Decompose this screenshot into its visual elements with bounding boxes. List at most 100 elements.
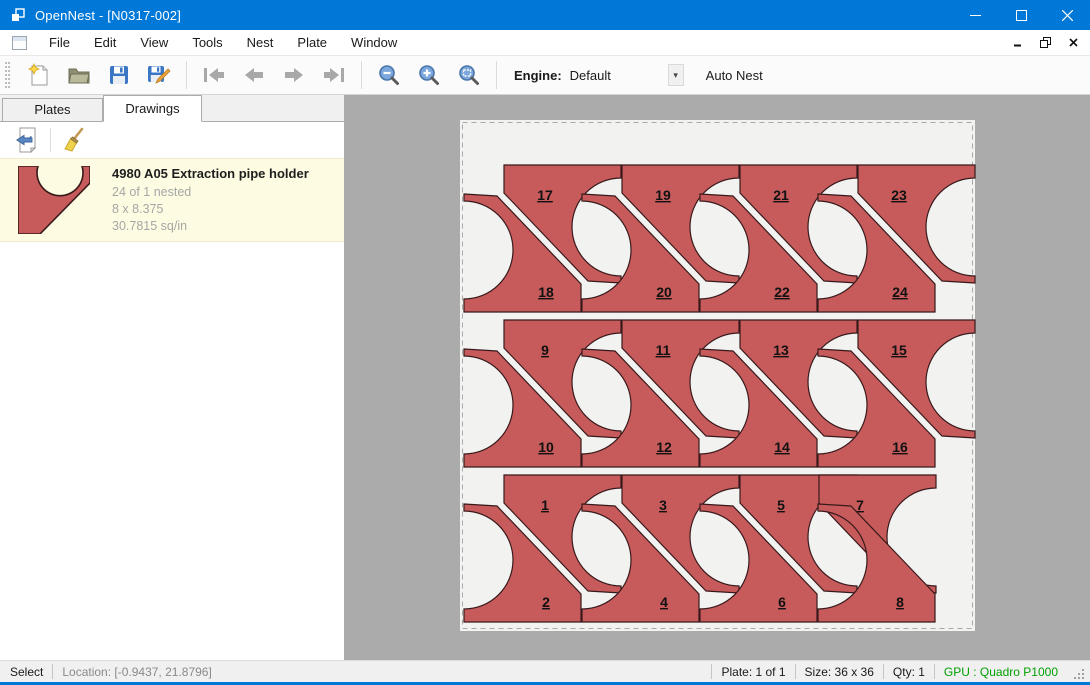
status-gpu: GPU : Quadro P1000 (944, 665, 1058, 679)
status-separator (52, 664, 53, 679)
document-window-icon (12, 36, 27, 50)
save-as-icon (147, 63, 171, 87)
toolbar-separator (496, 61, 497, 89)
new-document-icon (28, 63, 50, 87)
part-number-label: 7 (856, 497, 864, 513)
sidebar-tabs: PlatesDrawings (0, 95, 344, 122)
part-number-label: 2 (542, 594, 550, 610)
drawing-dimensions: 8 x 8.375 (112, 201, 309, 218)
mdi-window-controls (1006, 33, 1084, 51)
part-number-label: 12 (656, 439, 672, 455)
menu-plate[interactable]: Plate (285, 31, 339, 54)
toolbar-separator (186, 61, 187, 89)
toolbar-grip[interactable] (5, 62, 10, 88)
mdi-minimize-button[interactable] (1006, 33, 1028, 51)
main-area: PlatesDrawings (0, 95, 1090, 660)
part-thumbnail (18, 166, 90, 234)
app-icon (10, 7, 26, 23)
mdi-close-icon (1069, 38, 1078, 47)
drawing-area: 30.7815 sq/in (112, 218, 309, 235)
menu-bar: FileEditViewToolsNestPlateWindow (0, 30, 1090, 56)
part-number-label: 18 (538, 284, 554, 300)
tab-drawings[interactable]: Drawings (103, 95, 202, 122)
status-plate: Plate: 1 of 1 (721, 665, 785, 679)
sidebar-panel: PlatesDrawings (0, 95, 345, 660)
broom-icon (62, 127, 86, 153)
window-title: OpenNest - [N0317-002] (35, 8, 181, 23)
status-size: Size: 36 x 36 (805, 665, 874, 679)
part-number-label: 5 (777, 497, 785, 513)
import-drawing-icon (15, 127, 39, 153)
part-number-label: 1 (541, 497, 549, 513)
zoom-extents-button[interactable] (455, 61, 483, 89)
menu-tools[interactable]: Tools (180, 31, 234, 54)
nest-view[interactable]: 171819202122232491011121314151612345678 (345, 95, 1089, 660)
go-last-icon (322, 67, 346, 83)
part-number-label: 20 (656, 284, 672, 300)
close-button[interactable] (1044, 0, 1090, 30)
zoom-in-icon (418, 64, 440, 86)
toolbar-separator (50, 128, 51, 152)
first-plate-button[interactable] (200, 61, 228, 89)
drawing-title: 4980 A05 Extraction pipe holder (112, 166, 309, 181)
toolbar-separator (361, 61, 362, 89)
minimize-button[interactable] (952, 0, 998, 30)
engine-label: Engine: (514, 68, 562, 83)
drawings-toolbar (0, 122, 344, 158)
menu-edit[interactable]: Edit (82, 31, 128, 54)
chevron-down-icon[interactable]: ▾ (668, 64, 684, 86)
part-number-label: 14 (774, 439, 790, 455)
open-button[interactable] (65, 61, 93, 89)
part-number-label: 17 (537, 187, 553, 203)
open-folder-icon (67, 64, 91, 86)
drawing-list-item[interactable]: 4980 A05 Extraction pipe holder 24 of 1 … (0, 158, 344, 242)
mdi-minimize-icon (1013, 38, 1022, 47)
auto-nest-button[interactable]: Auto Nest (698, 64, 771, 87)
save-as-button[interactable] (145, 61, 173, 89)
status-bar: Select Location: [-0.9437, 21.8796] Plat… (0, 660, 1090, 682)
last-plate-button[interactable] (320, 61, 348, 89)
part-number-label: 9 (541, 342, 549, 358)
resize-grip[interactable] (1072, 667, 1086, 681)
mdi-close-button[interactable] (1062, 33, 1084, 51)
part-number-label: 16 (892, 439, 908, 455)
engine-value: Default (568, 68, 668, 83)
zoom-extents-icon (458, 64, 480, 86)
menu-view[interactable]: View (128, 31, 180, 54)
previous-plate-button[interactable] (240, 61, 268, 89)
next-plate-button[interactable] (280, 61, 308, 89)
nest-canvas[interactable]: 171819202122232491011121314151612345678 (345, 95, 1090, 660)
zoom-in-button[interactable] (415, 61, 443, 89)
go-first-icon (202, 67, 226, 83)
tab-plates[interactable]: Plates (2, 98, 103, 121)
part-number-label: 11 (656, 342, 671, 358)
clear-drawings-button[interactable] (59, 126, 89, 154)
part-shape (18, 166, 90, 234)
status-separator (711, 664, 712, 679)
mdi-restore-icon (1040, 37, 1051, 48)
part-number-label: 24 (892, 284, 908, 300)
maximize-icon (1016, 10, 1027, 21)
import-drawing-button[interactable] (12, 126, 42, 154)
status-qty: Qty: 1 (893, 665, 925, 679)
close-icon (1062, 10, 1073, 21)
zoom-out-button[interactable] (375, 61, 403, 89)
mdi-restore-button[interactable] (1034, 33, 1056, 51)
menu-file[interactable]: File (37, 31, 82, 54)
status-separator (934, 664, 935, 679)
save-button[interactable] (105, 61, 133, 89)
drawing-nested-count: 24 of 1 nested (112, 184, 309, 201)
engine-combo[interactable]: Default ▾ (568, 63, 684, 87)
zoom-out-icon (378, 64, 400, 86)
status-location: Location: [-0.9437, 21.8796] (62, 665, 211, 679)
menu-window[interactable]: Window (339, 31, 409, 54)
save-icon (108, 64, 130, 86)
status-separator (795, 664, 796, 679)
new-button[interactable] (25, 61, 53, 89)
part-number-label: 22 (774, 284, 790, 300)
maximize-button[interactable] (998, 0, 1044, 30)
menu-nest[interactable]: Nest (235, 31, 286, 54)
part-number-label: 3 (659, 497, 667, 513)
part-number-label: 4 (660, 594, 668, 610)
minimize-icon (970, 10, 981, 21)
